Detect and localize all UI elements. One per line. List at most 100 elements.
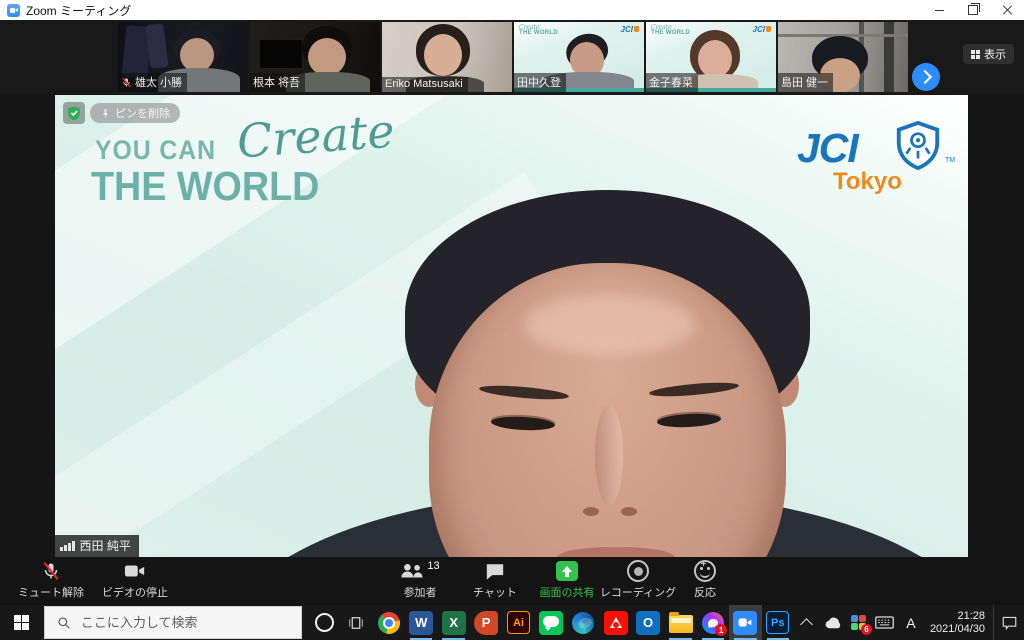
connection-signal-icon <box>60 541 75 551</box>
jci-logo-mini: JCI <box>753 25 771 34</box>
participants-label: 参加者 <box>404 584 437 600</box>
tray-ime-mode[interactable]: A <box>898 605 924 640</box>
share-screen-button[interactable]: 画面の共有 <box>532 559 602 600</box>
participant-tile-kaneko-haruna[interactable]: Create THE WORLD JCI 金子春菜 <box>646 22 776 92</box>
participant-name: 島田 健一 <box>781 74 828 90</box>
zoom-app-icon <box>7 4 20 17</box>
jci-logo-text: JCI <box>797 125 858 172</box>
participant-tile-nemoto-shogo[interactable]: 根本 将吾 <box>250 22 380 92</box>
taskbar-messenger[interactable]: 1 <box>697 605 729 640</box>
taskbar-powerpoint[interactable]: P <box>470 605 502 640</box>
jci-tokyo-logo: JCI TM Tokyo <box>797 121 957 201</box>
backdrop-text-create: Create <box>235 104 396 169</box>
participant-name: 根本 将吾 <box>253 74 300 90</box>
jci-backdrop-mini-title: THE WORLD <box>651 30 690 36</box>
participants-button[interactable]: 13 参加者 <box>384 559 456 600</box>
reactions-smiley-icon: + <box>694 559 716 583</box>
participants-count: 13 <box>427 560 439 572</box>
backdrop-text-you-can: YOU CAN <box>95 135 216 166</box>
remove-pin-button[interactable]: ピンを削除 <box>90 103 180 123</box>
chat-bubble-icon <box>485 559 505 583</box>
participant-tile-tanaka-hisato[interactable]: Create THE WORLD JCI 田中久登 <box>514 22 644 92</box>
start-button[interactable] <box>0 605 44 640</box>
tray-onedrive[interactable] <box>820 605 846 640</box>
task-view-icon <box>347 615 365 631</box>
participant-face <box>180 38 214 72</box>
ime-mode-indicator: A <box>906 615 915 631</box>
onedrive-cloud-icon <box>824 617 842 629</box>
search-input[interactable] <box>79 614 283 631</box>
chat-label: チャット <box>473 584 517 600</box>
tray-expand-button[interactable] <box>794 605 820 640</box>
participant-name: Eriko Matsusaki <box>385 78 463 90</box>
participant-face <box>308 38 346 76</box>
security-shield-badge[interactable] <box>63 102 85 124</box>
unmute-button[interactable]: ミュート解除 <box>8 559 94 600</box>
taskbar-photoshop[interactable]: Ps <box>762 605 794 640</box>
participant-tile-eriko-matsusaki[interactable]: Eriko Matsusaki <box>382 22 512 92</box>
pinned-video-nishida[interactable]: YOU CAN Create THE WORLD JCI TM Tokyo <box>55 95 968 557</box>
participant-tile-shimada-kenichi[interactable]: 島田 健一 <box>778 22 908 92</box>
cortana-button[interactable] <box>308 605 340 640</box>
taskbar-acrobat[interactable] <box>600 605 632 640</box>
window-minimize-button[interactable] <box>922 0 956 20</box>
taskbar-file-explorer[interactable] <box>664 605 696 640</box>
taskbar-clock[interactable]: 21:28 2021/04/30 <box>924 610 993 636</box>
reactions-button[interactable]: + 反応 <box>678 559 732 600</box>
window-maximize-button[interactable] <box>956 0 990 20</box>
outlook-icon: O <box>636 611 660 635</box>
taskbar-chrome[interactable] <box>373 605 405 640</box>
file-explorer-icon <box>669 615 693 633</box>
taskbar-search[interactable] <box>44 606 302 639</box>
excel-icon: X <box>442 611 466 635</box>
keyboard-icon <box>875 616 894 629</box>
background-window-frame <box>884 22 894 92</box>
unmute-label: ミュート解除 <box>18 584 84 600</box>
chat-button[interactable]: チャット <box>462 559 528 600</box>
participant-nametag: 雄太 小勝 <box>118 73 187 92</box>
cortana-icon <box>315 613 334 632</box>
taskbar-illustrator[interactable]: Ai <box>502 605 534 640</box>
taskbar-line[interactable] <box>535 605 567 640</box>
clock-time: 21:28 <box>930 610 985 623</box>
speaker-nose <box>595 405 623 505</box>
task-view-button[interactable] <box>340 605 372 640</box>
participant-nametag: 田中久登 <box>514 73 566 92</box>
taskbar-outlook[interactable]: O <box>632 605 664 640</box>
taskbar-edge[interactable] <box>567 605 599 640</box>
backdrop-text-the-world: THE WORLD <box>91 163 319 210</box>
tray-notification-app[interactable]: 6 <box>846 605 872 640</box>
taskbar-word[interactable]: W <box>405 605 437 640</box>
system-tray: 6 A 21:28 2021/04/30 <box>794 605 1024 640</box>
participant-nametag: 根本 将吾 <box>250 73 305 92</box>
windows-logo-icon <box>14 615 29 630</box>
search-icon <box>57 616 71 630</box>
tray-touch-keyboard[interactable] <box>872 605 898 640</box>
powerpoint-icon: P <box>474 611 498 635</box>
participant-face <box>698 40 732 78</box>
zoom-icon <box>733 611 757 635</box>
window-title: Zoom ミーティング <box>26 2 131 19</box>
window-close-button[interactable] <box>990 0 1024 20</box>
windows-taskbar: W X P Ai O 1 <box>0 605 1024 640</box>
taskbar-zoom-active[interactable] <box>729 605 761 640</box>
view-button-label: 表示 <box>984 46 1006 62</box>
participant-nametag: Eriko Matsusaki <box>382 77 468 92</box>
participant-nametag: 金子春菜 <box>646 73 698 92</box>
word-icon: W <box>409 611 433 635</box>
view-mode-button[interactable]: 表示 <box>963 44 1014 64</box>
taskbar-excel[interactable]: X <box>437 605 469 640</box>
action-center-button[interactable] <box>993 605 1024 640</box>
jci-shield-icon <box>894 121 942 171</box>
stop-video-button[interactable]: ビデオの停止 <box>92 559 178 600</box>
shield-check-icon <box>66 105 82 121</box>
close-icon <box>1002 5 1012 15</box>
speaker-nametag: 西田 純平 <box>55 535 139 557</box>
record-button[interactable]: レコーディング <box>600 559 676 600</box>
share-screen-icon <box>556 559 578 583</box>
line-icon <box>539 611 563 635</box>
pin-icon <box>100 108 111 119</box>
next-participants-button[interactable] <box>912 63 940 91</box>
action-center-icon <box>1002 616 1017 630</box>
participant-tile-yuta-kokatsu[interactable]: 雄太 小勝 <box>118 22 248 92</box>
